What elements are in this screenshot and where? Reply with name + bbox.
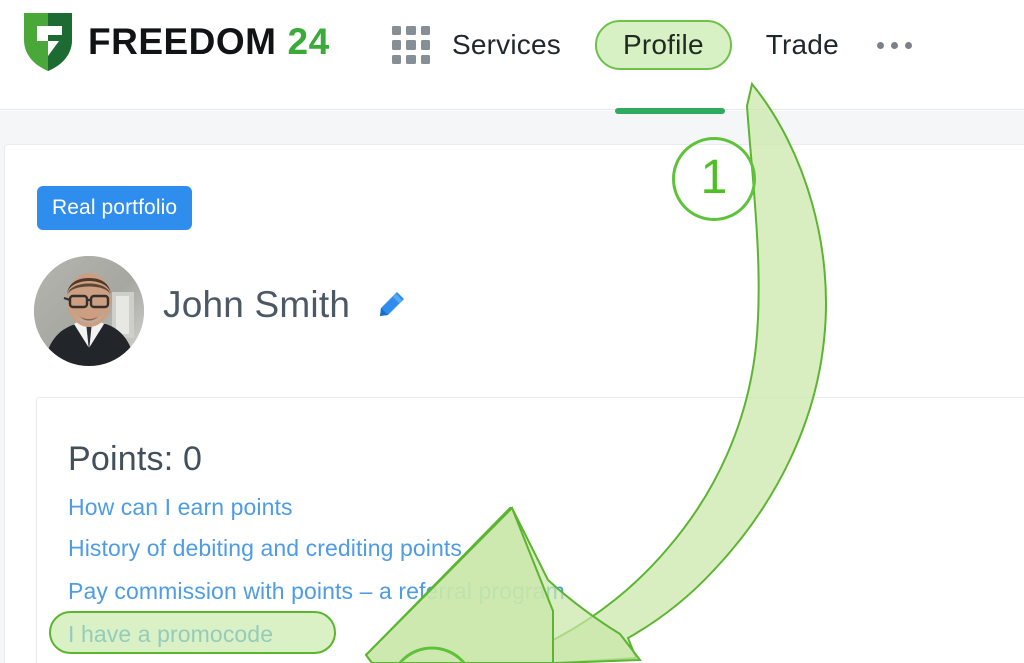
- brand-wordmark: FREEDOM 24: [88, 23, 330, 60]
- brand-logo[interactable]: FREEDOM 24: [22, 10, 330, 72]
- main-navigation: Services Profile Trade: [392, 14, 912, 76]
- nav-item-trade[interactable]: Trade: [762, 23, 843, 67]
- avatar-photo: [34, 256, 144, 366]
- link-how-can-i-earn-points[interactable]: How can I earn points: [68, 494, 293, 521]
- app-root: FREEDOM 24 Services Profile Trade Real p…: [0, 0, 1024, 663]
- points-heading: Points: 0: [68, 440, 203, 478]
- step-1-badge: 1: [672, 137, 756, 221]
- link-history-of-points[interactable]: History of debiting and crediting points: [68, 535, 462, 562]
- nav-item-profile[interactable]: Profile: [594, 20, 732, 70]
- more-options-icon[interactable]: [876, 41, 912, 49]
- apps-grid-icon[interactable]: [392, 26, 430, 64]
- link-referral-program[interactable]: Pay commission with points – a referral …: [68, 578, 565, 605]
- avatar[interactable]: [34, 256, 144, 366]
- freedom-shield-icon: [24, 13, 72, 71]
- app-header: FREEDOM 24 Services Profile Trade: [0, 0, 1024, 110]
- step-1-number: 1: [700, 150, 728, 204]
- page-title: John Smith: [163, 284, 351, 325]
- active-tab-indicator: [615, 108, 725, 114]
- status-badge: Real portfolio: [37, 186, 193, 230]
- brand-number-text: 24: [287, 20, 330, 62]
- pencil-edit-icon[interactable]: [378, 290, 406, 318]
- nav-item-services[interactable]: Services: [448, 23, 565, 67]
- promocode-highlight-box: [49, 611, 336, 654]
- brand-name-text: FREEDOM: [88, 20, 277, 62]
